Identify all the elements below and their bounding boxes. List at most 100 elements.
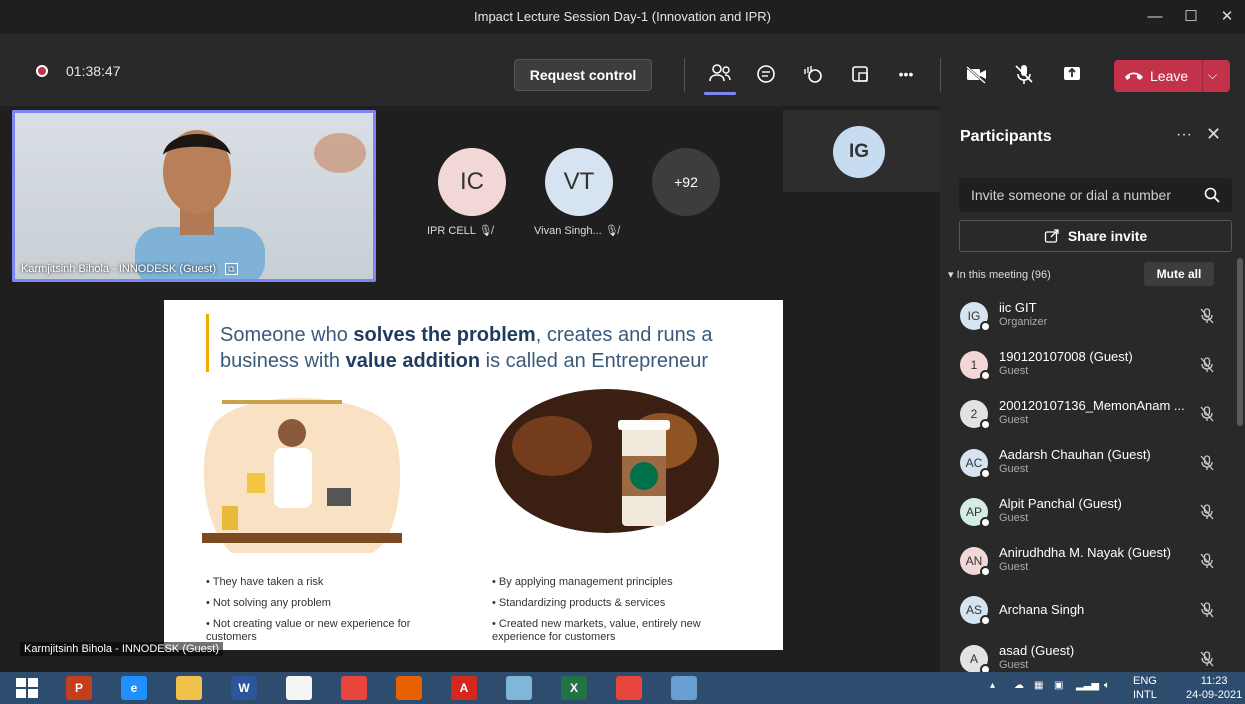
meeting-timer: 01:38:47 xyxy=(66,63,121,79)
taskbar-firefox-icon[interactable] xyxy=(396,676,422,700)
participant-name: asad (Guest) xyxy=(999,643,1075,658)
participant-avatar: 1 xyxy=(960,351,991,381)
in-meeting-section-toggle[interactable]: ▾ In this meeting (96) xyxy=(948,268,1051,281)
taskbar-edge-icon[interactable]: e xyxy=(121,676,147,700)
presence-status-icon xyxy=(980,419,991,430)
share-icon xyxy=(1044,229,1059,243)
windows-start-icon[interactable] xyxy=(16,678,38,698)
mic-off-icon[interactable] xyxy=(1197,355,1217,375)
mic-off-icon[interactable] xyxy=(1197,306,1217,326)
window-title: Impact Lecture Session Day-1 (Innovation… xyxy=(474,9,771,24)
participant-name: 200120107136_MemonAnam ... xyxy=(999,398,1185,413)
breakout-rooms-icon[interactable] xyxy=(846,60,874,88)
taskbar-powerpoint-icon[interactable]: P xyxy=(66,676,92,700)
bullet-item: Created new markets, value, entirely new… xyxy=(492,614,742,644)
participants-active-indicator xyxy=(704,92,736,95)
tray-chevron-icon[interactable]: ▴ xyxy=(990,680,995,691)
bullet-item: By applying management principles xyxy=(492,572,742,593)
leave-label: Leave xyxy=(1150,68,1189,84)
mic-off-icon[interactable] xyxy=(1010,60,1038,88)
mute-all-button[interactable]: Mute all xyxy=(1144,262,1214,286)
bullet-item: Standardizing products & services xyxy=(492,593,742,614)
participant-tile-vt[interactable]: VT xyxy=(545,148,613,216)
participant-tile-ig[interactable]: IG xyxy=(783,110,940,192)
taskbar-word-icon[interactable]: W xyxy=(231,676,257,700)
taskbar-blank-icon[interactable] xyxy=(286,676,312,700)
panel-scrollbar[interactable] xyxy=(1237,258,1243,426)
presence-status-icon xyxy=(980,615,991,626)
hand-icon xyxy=(314,133,366,173)
share-invite-button[interactable]: Share invite xyxy=(959,220,1232,252)
participant-row[interactable]: AC Aadarsh Chauhan (Guest) Guest xyxy=(940,441,1236,490)
request-control-button[interactable]: Request control xyxy=(514,59,652,91)
mic-off-icon[interactable] xyxy=(1197,404,1217,424)
mic-off-icon[interactable] xyxy=(1197,551,1217,571)
tray-flag-icon[interactable]: ▣ xyxy=(1054,680,1063,691)
participant-name: Anirudhdha M. Nayak (Guest) xyxy=(999,545,1171,560)
taskbar-chrome-2-icon[interactable] xyxy=(616,676,642,700)
share-screen-icon[interactable] xyxy=(1058,60,1086,88)
more-participants-tile[interactable]: +92 xyxy=(652,148,720,216)
participant-role: Guest xyxy=(999,561,1029,573)
meeting-stage: Karmjitsinh Bihola - INNODESK (Guest) ⧉ … xyxy=(0,106,940,672)
participant-row[interactable]: AP Alpit Panchal (Guest) Guest xyxy=(940,490,1236,539)
participant-role: Guest xyxy=(999,365,1029,377)
participant-avatar: IG xyxy=(833,126,885,178)
leave-button[interactable]: Leave ⌵ xyxy=(1114,60,1230,92)
panel-title: Participants xyxy=(960,128,1052,145)
invite-input[interactable] xyxy=(959,178,1232,212)
participant-role: Organizer xyxy=(999,316,1048,328)
participant-role: Guest xyxy=(999,463,1029,475)
mic-off-icon[interactable] xyxy=(1197,453,1217,473)
bullet-item: They have taken a risk xyxy=(206,572,441,593)
minimize-button[interactable]: — xyxy=(1140,4,1170,30)
reactions-icon[interactable] xyxy=(800,60,828,88)
left-bullet-list: They have taken a risk Not solving any p… xyxy=(206,572,441,644)
meeting-toolbar: 01:38:47 Request control ••• Leave ⌵ xyxy=(0,34,1245,106)
participant-row[interactable]: 1 190120107008 (Guest) Guest xyxy=(940,343,1236,392)
mic-off-icon[interactable] xyxy=(1197,600,1217,620)
participant-avatar: AC xyxy=(960,449,991,479)
panel-more-button[interactable]: ··· xyxy=(1176,126,1192,144)
system-clock[interactable]: 11:23 24-09-2021 xyxy=(1186,674,1242,702)
taskbar-chrome-icon[interactable] xyxy=(341,676,367,700)
participants-panel: Participants ··· ✕ Share invite ▾ In thi… xyxy=(940,106,1245,675)
taskbar-explorer-icon[interactable] xyxy=(176,676,202,700)
participant-list: IG iic GIT Organizer 1 190120107008 (Guest) G… xyxy=(940,294,1236,686)
coffee-shop-illustration-icon xyxy=(495,389,719,533)
taskbar-paint-icon[interactable] xyxy=(671,676,697,700)
participant-name: Alpit Panchal (Guest) xyxy=(999,496,1122,511)
toolbar-divider xyxy=(940,58,941,92)
participant-tile-ic[interactable]: IC xyxy=(438,148,506,216)
more-actions-button[interactable]: ••• xyxy=(892,60,920,88)
taskbar-excel-icon[interactable]: X xyxy=(561,676,587,700)
network-icon[interactable]: ▂▃▅ xyxy=(1076,680,1099,691)
tray-app-icon[interactable]: ▦ xyxy=(1034,680,1043,691)
taskbar-acrobat-icon[interactable]: A xyxy=(451,676,477,700)
taskbar-notes-icon[interactable] xyxy=(506,676,532,700)
presenter-video[interactable]: Karmjitsinh Bihola - INNODESK (Guest) ⧉ xyxy=(12,110,376,282)
participant-avatar: 2 xyxy=(960,400,991,430)
participant-avatar: AP xyxy=(960,498,991,528)
onedrive-icon[interactable]: ☁ xyxy=(1014,680,1024,691)
participant-row[interactable]: 2 200120107136_MemonAnam ... Guest xyxy=(940,392,1236,441)
search-icon[interactable] xyxy=(1203,186,1221,204)
participants-icon[interactable] xyxy=(706,60,734,88)
leave-options-chevron-icon[interactable]: ⌵ xyxy=(1208,68,1217,83)
close-window-button[interactable]: ✕ xyxy=(1212,4,1242,30)
phone-hangup-icon xyxy=(1125,72,1143,80)
input-language[interactable]: ENG INTL xyxy=(1133,674,1157,702)
slide-accent-bar xyxy=(206,314,209,372)
panel-close-button[interactable]: ✕ xyxy=(1206,124,1221,145)
participant-row[interactable]: IG iic GIT Organizer xyxy=(940,294,1236,343)
volume-icon[interactable]: 🔈︎ xyxy=(1104,680,1110,691)
mic-off-icon[interactable] xyxy=(1197,502,1217,522)
participant-row[interactable]: AS Archana Singh xyxy=(940,588,1236,637)
mic-off-icon[interactable] xyxy=(1197,649,1217,669)
chat-icon[interactable] xyxy=(752,60,780,88)
participant-role: Guest xyxy=(999,414,1029,426)
camera-off-icon[interactable] xyxy=(962,60,990,88)
presence-status-icon xyxy=(980,321,991,332)
maximize-button[interactable]: ☐ xyxy=(1176,4,1206,30)
participant-row[interactable]: AN Anirudhdha M. Nayak (Guest) Guest xyxy=(940,539,1236,588)
